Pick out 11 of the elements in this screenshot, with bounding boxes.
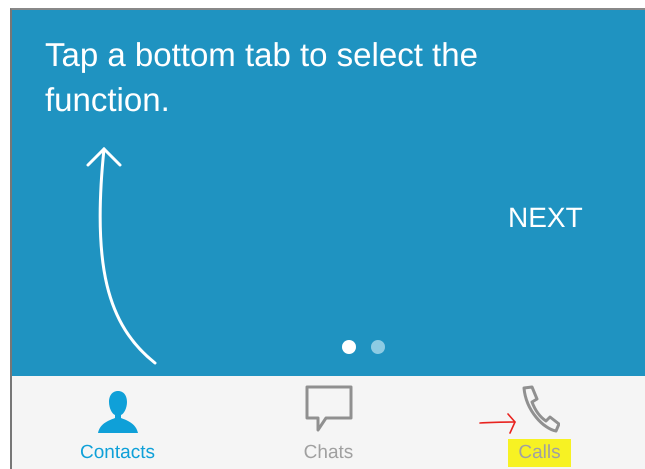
tab[interactable]: Contacts <box>12 376 223 469</box>
page-indicator-dot[interactable] <box>342 340 356 354</box>
page-indicator-dot[interactable] <box>371 340 385 354</box>
next-button[interactable]: NEXT <box>504 193 587 243</box>
tab[interactable]: Chats <box>223 376 434 469</box>
instruction-text: Tap a bottom tab to select the function. <box>44 35 479 120</box>
tab[interactable]: Calls <box>434 376 645 469</box>
speech-bubble-icon <box>304 384 354 432</box>
person-icon <box>96 388 140 432</box>
phone-icon <box>520 384 560 432</box>
arrow-icon <box>478 412 518 436</box>
